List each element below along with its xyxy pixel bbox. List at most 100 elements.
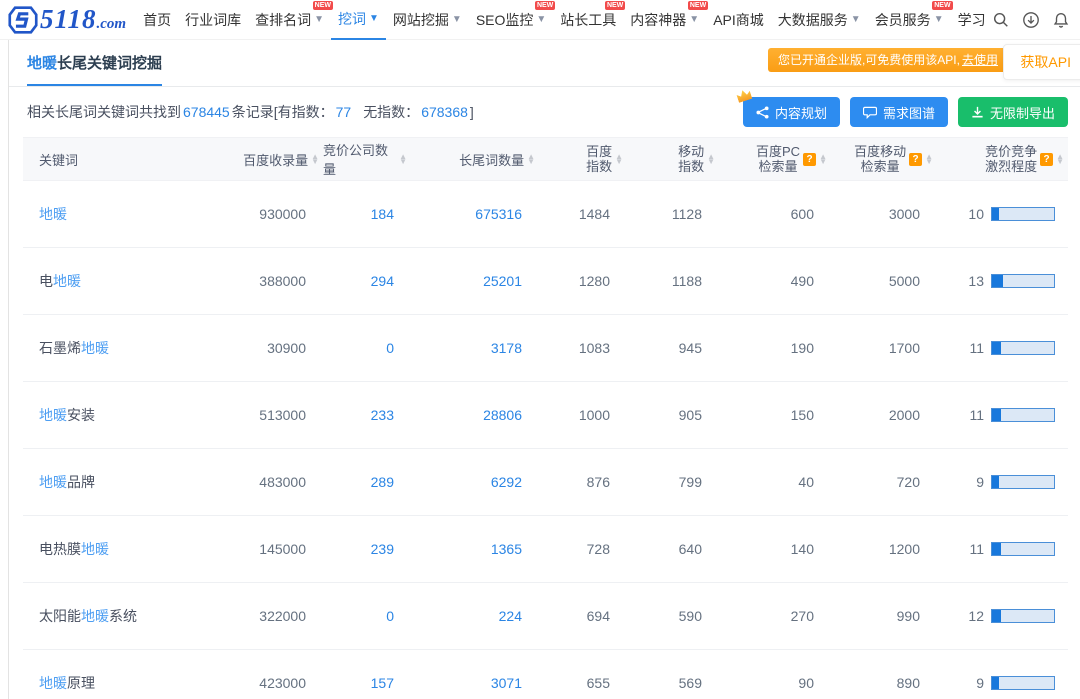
keyword-text: 石墨烯 (39, 340, 81, 356)
site-logo[interactable]: 5118.com (8, 4, 126, 35)
content-plan-button[interactable]: 内容规划 (743, 97, 840, 127)
nav-item-挖词[interactable]: 挖词▼ (331, 0, 386, 40)
cell-longtail-count[interactable]: 3071 (411, 675, 539, 691)
tab-longtail-mining[interactable]: 地暖长尾关键词挖掘 (27, 40, 162, 86)
cell-longtail-count[interactable]: 1365 (411, 541, 539, 557)
column-label: 关键词 (39, 150, 78, 169)
column-header-pc-search[interactable]: 百度PC检索量?▲▼ (719, 144, 831, 174)
help-icon[interactable]: ? (1040, 153, 1053, 166)
keyword-link[interactable]: 地暖品牌 (39, 474, 95, 490)
cell-bid-companies[interactable]: 157 (323, 675, 411, 691)
sort-icon[interactable]: ▲▼ (707, 154, 715, 164)
sort-icon[interactable]: ▲▼ (1056, 154, 1064, 164)
keyword-link[interactable]: 地暖安装 (39, 407, 95, 423)
cell-bid-companies[interactable]: 233 (323, 407, 411, 423)
nav-item-首页[interactable]: 首页 (136, 0, 178, 40)
content-plan-label: 内容规划 (775, 103, 827, 122)
column-label: 竞价竞争激烈程度 (985, 144, 1037, 174)
help-icon[interactable]: ? (803, 153, 816, 166)
column-label: 竞价公司数量 (323, 140, 396, 178)
nav-item-大数据服务[interactable]: 大数据服务▼ (771, 0, 868, 40)
cell-longtail-count[interactable]: 675316 (411, 206, 539, 222)
cell-longtail-count[interactable]: 6292 (411, 474, 539, 490)
keyword-link[interactable]: 太阳能地暖系统 (39, 608, 137, 624)
cell-mobile-index: 640 (627, 541, 719, 557)
cell-longtail-count[interactable]: 3178 (411, 340, 539, 356)
column-header-longtail-count[interactable]: 长尾词数量▲▼ (411, 150, 539, 169)
get-api-button[interactable]: 获取API (1003, 44, 1080, 80)
sort-icon[interactable]: ▲▼ (615, 154, 623, 164)
nav-item-学习SEO[interactable]: 学习SEO▼ (951, 0, 986, 40)
nav-item-内容神器[interactable]: 内容神器▼NEW (623, 0, 706, 40)
sort-icon[interactable]: ▲▼ (399, 154, 407, 164)
column-header-bid-companies[interactable]: 竞价公司数量▲▼ (323, 140, 411, 178)
nav-item-行业词库[interactable]: 行业词库 (178, 0, 248, 40)
enterprise-api-notice: 您已开通企业版,可免费使用该API,去使用 (768, 48, 1008, 72)
keyword-highlight: 地暖 (39, 474, 67, 490)
cell-mobile-index: 799 (627, 474, 719, 490)
cell-bid-companies[interactable]: 289 (323, 474, 411, 490)
competition-bar (991, 676, 1055, 690)
keyword-highlight: 地暖 (39, 407, 67, 423)
bell-icon[interactable] (1052, 11, 1070, 29)
cell-baidu-collect: 30900 (215, 340, 323, 356)
keyword-link[interactable]: 电热膜地暖 (39, 541, 109, 557)
logo-icon (8, 5, 38, 35)
cell-pc-search: 90 (719, 675, 831, 691)
cell-longtail-count[interactable]: 224 (411, 608, 539, 624)
nav-menu: 首页行业词库查排名词▼NEW挖词▼网站挖掘▼SEO监控▼NEW站长工具NEW内容… (136, 0, 986, 40)
keyword-link[interactable]: 石墨烯地暖 (39, 340, 109, 356)
column-header-baidu-collect[interactable]: 百度收录量▲▼ (215, 150, 323, 169)
keyword-text: 系统 (109, 608, 137, 624)
keyword-highlight: 地暖 (39, 206, 67, 222)
cell-baidu-index: 694 (539, 608, 627, 624)
sort-icon[interactable]: ▲▼ (925, 154, 933, 164)
chevron-down-icon: ▼ (314, 14, 324, 25)
column-header-keyword: 关键词 (23, 150, 215, 169)
summary-suffix: ] (470, 104, 474, 120)
column-header-mobile-search[interactable]: 百度移动检索量?▲▼ (831, 144, 937, 174)
cell-bid-companies[interactable]: 184 (323, 206, 411, 222)
sort-icon[interactable]: ▲▼ (819, 154, 827, 164)
keyword-link[interactable]: 地暖 (39, 206, 67, 222)
cell-longtail-count[interactable]: 28806 (411, 407, 539, 423)
table-row: 太阳能地暖系统 322000 0 224 694 590 270 990 12 (23, 583, 1068, 650)
cell-longtail-count[interactable]: 25201 (411, 273, 539, 289)
demand-map-button[interactable]: 需求图谱 (850, 97, 948, 127)
search-icon[interactable] (992, 11, 1010, 29)
column-header-mobile-index[interactable]: 移动指数▲▼ (627, 144, 719, 174)
tab-bar: 地暖长尾关键词挖掘 您已开通企业版,可免费使用该API,去使用 获取API (9, 40, 1080, 87)
cell-bid-companies[interactable]: 0 (323, 608, 411, 624)
top-nav: 5118.com 首页行业词库查排名词▼NEW挖词▼网站挖掘▼SEO监控▼NEW… (0, 0, 1080, 40)
notice-go-link[interactable]: 去使用 (962, 53, 998, 67)
nav-item-网站挖掘[interactable]: 网站挖掘▼ (386, 0, 469, 40)
nav-item-会员服务[interactable]: 会员服务▼NEW (868, 0, 951, 40)
cell-bid-companies[interactable]: 294 (323, 273, 411, 289)
nav-item-查排名词[interactable]: 查排名词▼NEW (248, 0, 331, 40)
nav-item-label: 学习SEO (958, 10, 986, 30)
keyword-highlight: 地暖 (81, 340, 109, 356)
nav-item-label: SEO监控 (476, 10, 534, 30)
sort-icon[interactable]: ▲▼ (527, 154, 535, 164)
column-header-competition[interactable]: 竞价竞争激烈程度?▲▼ (937, 144, 1068, 174)
table-header: 关键词百度收录量▲▼竞价公司数量▲▼长尾词数量▲▼百度指数▲▼移动指数▲▼百度P… (23, 137, 1068, 181)
keyword-link[interactable]: 电地暖 (39, 273, 81, 289)
nav-item-API商城[interactable]: API商城 (706, 0, 771, 40)
cell-baidu-index: 1484 (539, 206, 627, 222)
sort-icon[interactable]: ▲▼ (311, 154, 319, 164)
cell-bid-companies[interactable]: 0 (323, 340, 411, 356)
cell-baidu-index: 1000 (539, 407, 627, 423)
nav-item-站长工具[interactable]: 站长工具NEW (553, 0, 623, 40)
help-icon[interactable]: ? (909, 153, 922, 166)
action-buttons: 内容规划 需求图谱 无限制导出 (743, 97, 1068, 127)
bubble-icon (863, 106, 877, 119)
column-header-baidu-index[interactable]: 百度指数▲▼ (539, 144, 627, 174)
nav-item-SEO监控[interactable]: SEO监控▼NEW (469, 0, 553, 40)
cell-baidu-index: 655 (539, 675, 627, 691)
export-button[interactable]: 无限制导出 (958, 97, 1068, 127)
download-circle-icon[interactable] (1022, 11, 1040, 29)
keyword-link[interactable]: 地暖原理 (39, 675, 95, 691)
cell-bid-companies[interactable]: 239 (323, 541, 411, 557)
nav-item-label: 行业词库 (185, 10, 241, 30)
notice-text: 您已开通企业版,可免费使用该API, (778, 53, 960, 67)
